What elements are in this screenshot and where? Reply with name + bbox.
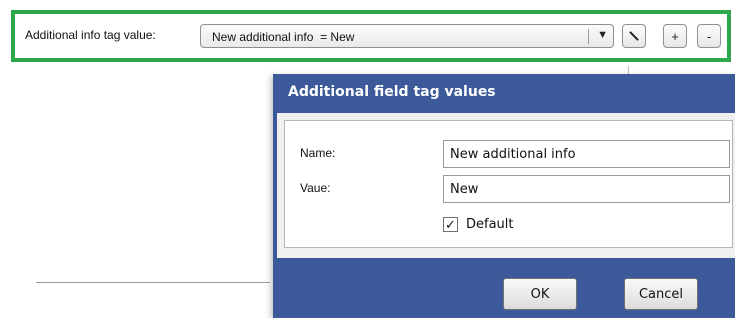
checkmark-icon: ✓ <box>445 217 456 232</box>
dialog-body: Name: Vaue: ✓ Default <box>277 113 735 258</box>
value-field[interactable] <box>443 175 730 203</box>
name-field[interactable] <box>443 140 730 168</box>
dialog-form-panel: Name: Vaue: ✓ Default <box>284 120 733 248</box>
pencil-icon <box>629 31 639 41</box>
tag-value-selected: New additional info = New <box>212 30 355 44</box>
select-divider <box>588 29 589 44</box>
default-checkbox[interactable]: ✓ <box>443 217 458 232</box>
background-divider <box>36 282 270 283</box>
chevron-down-icon[interactable]: ▼ <box>597 29 608 41</box>
edit-tag-button[interactable] <box>622 24 646 48</box>
value-label: Vaue: <box>300 181 331 195</box>
additional-field-dialog: Additional field tag values Name: Vaue: … <box>273 74 735 318</box>
tag-value-toolbar: Additional info tag value: New additiona… <box>11 10 731 62</box>
default-label: Default <box>466 217 514 232</box>
tag-value-label: Additional info tag value: <box>25 28 156 42</box>
ok-button[interactable]: OK <box>503 278 577 310</box>
name-label: Name: <box>300 146 336 160</box>
tag-value-select[interactable]: New additional info = New ▼ <box>200 24 614 48</box>
add-tag-button[interactable]: + <box>663 24 687 48</box>
dialog-title: Additional field tag values <box>288 84 496 100</box>
remove-tag-button[interactable]: - <box>697 24 721 48</box>
cancel-button[interactable]: Cancel <box>624 278 698 310</box>
